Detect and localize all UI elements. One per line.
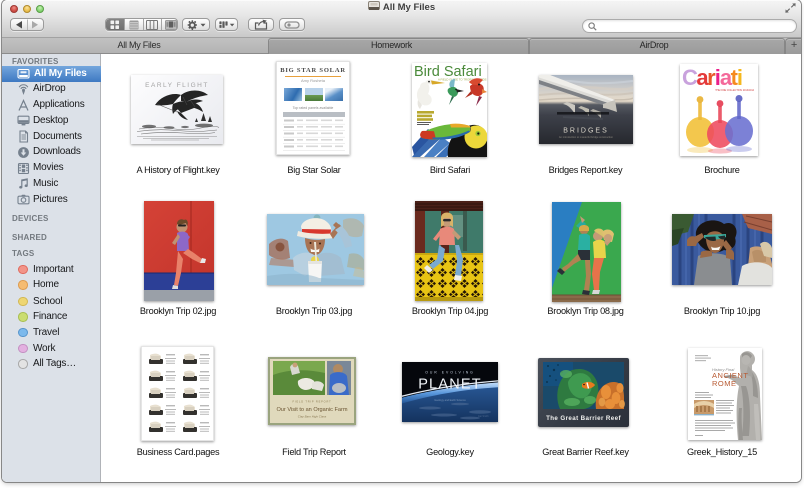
svg-text:OUR EVOLVING: OUR EVOLVING — [425, 371, 475, 375]
svg-text:BRIDGES: BRIDGES — [563, 128, 609, 135]
svg-text:ROME: ROME — [712, 379, 737, 388]
svg-text:THE FINE COLLECTION 2013/2014: THE FINE COLLECTION 2013/2014 — [715, 89, 754, 92]
svg-text:Jan Smith: Jan Smith — [478, 415, 489, 418]
svg-text:Cariati: Cariati — [682, 65, 743, 90]
svg-text:Clay Barn High Class: Clay Barn High Class — [298, 415, 327, 419]
svg-text:FIELD TRIP REPORT: FIELD TRIP REPORT — [293, 400, 332, 404]
svg-text:Geology and Earth Science: Geology and Earth Science — [434, 398, 466, 402]
svg-text:Our Visit to an Organic Farm: Our Visit to an Organic Farm — [276, 407, 347, 413]
svg-text:An introduction to masterful b: An introduction to masterful bridge cons… — [559, 135, 614, 139]
svg-text:PLANET: PLANET — [418, 377, 482, 393]
svg-text:The Great Barrier Reef: The Great Barrier Reef — [546, 415, 621, 422]
